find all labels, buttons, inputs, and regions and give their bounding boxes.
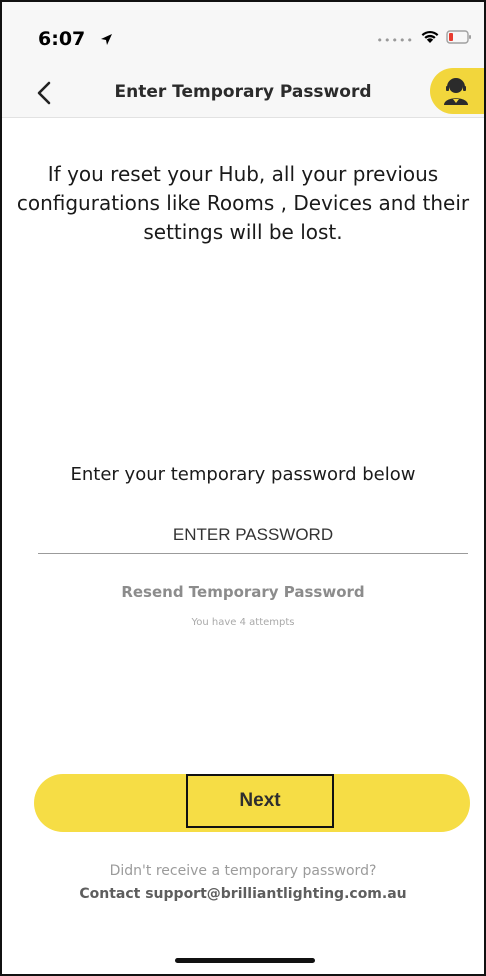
next-button[interactable]: Next — [34, 774, 470, 832]
home-indicator — [175, 958, 315, 963]
status-time: 6:07 — [38, 28, 86, 50]
signal-icon: ••••• — [376, 34, 414, 47]
support-button[interactable] — [430, 68, 484, 114]
reset-warning-text: If you reset your Hub, all your previous… — [16, 162, 470, 244]
status-icons: ••••• — [377, 29, 472, 48]
location-arrow-icon — [100, 31, 113, 50]
status-bar: 6:07 ••••• — [2, 2, 484, 68]
footer-help-text: Didn't receive a temporary password? — [109, 863, 377, 879]
page-title: Enter Temporary Password — [114, 82, 372, 102]
resend-password-link[interactable]: Resend Temporary Password — [2, 583, 484, 601]
password-prompt: Enter your temporary password below — [70, 464, 416, 485]
attempts-remaining-text: You have 4 attempts — [191, 617, 295, 628]
support-agent-icon — [444, 78, 468, 105]
contact-support-link[interactable]: Contact support@brilliantlighting.com.au — [2, 886, 484, 902]
app-screen: 6:07 ••••• Enter Temporary Password If y… — [0, 0, 486, 976]
wifi-icon — [420, 29, 440, 48]
next-button-label: Next — [186, 774, 334, 828]
battery-low-icon — [446, 29, 472, 48]
password-input[interactable] — [38, 516, 468, 554]
nav-bar: Enter Temporary Password — [2, 68, 484, 118]
